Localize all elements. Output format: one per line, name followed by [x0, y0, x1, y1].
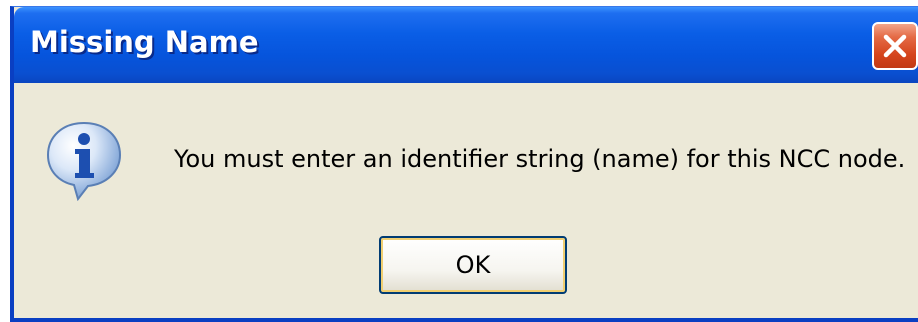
title-bar[interactable]: Missing Name [14, 7, 918, 83]
close-button[interactable] [872, 22, 918, 70]
dialog-title: Missing Name [30, 25, 259, 59]
dialog-message: You must enter an identifier string (nam… [174, 145, 906, 173]
close-icon [883, 34, 907, 58]
information-icon [46, 121, 122, 201]
message-dialog: Missing Name You must enter an identifie… [10, 6, 918, 322]
ok-button[interactable]: OK [379, 236, 567, 294]
ok-button-label: OK [455, 251, 491, 279]
